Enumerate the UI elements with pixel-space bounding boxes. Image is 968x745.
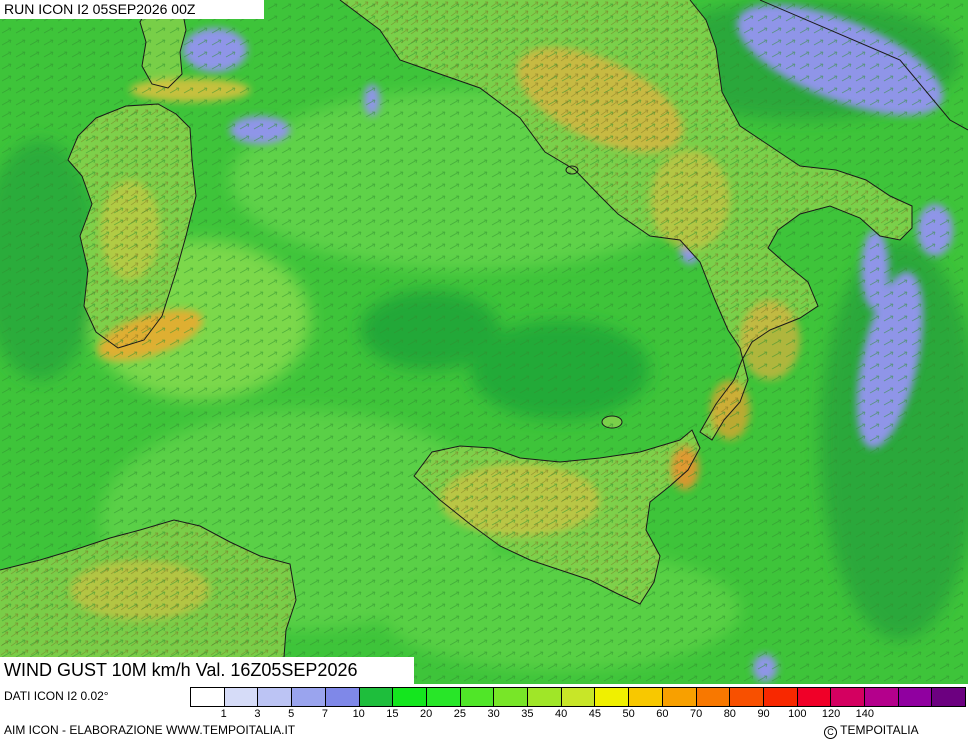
copyright-label: C TEMPOITALIA [824,723,919,739]
legend-tick-label: 30 [487,708,500,720]
legend-tick-label: 10 [352,708,365,720]
legend-swatch [629,688,663,706]
legend-tick-label: 20 [420,708,433,720]
color-legend [190,687,966,707]
legend-tick-label: 15 [386,708,399,720]
legend-swatch [393,688,427,706]
legend-swatch [494,688,529,706]
credit-label: AIM ICON - ELABORAZIONE WWW.TEMPOITALIA.… [4,723,296,737]
legend-swatch [898,688,933,706]
legend-tick-label: 70 [689,708,703,720]
legend-tick-label: 7 [321,708,329,720]
legend-swatch [797,688,832,706]
legend-tick-label: 90 [757,708,770,720]
run-label: RUN ICON I2 05SEP2026 00Z [0,0,264,19]
legend-swatch [325,688,360,706]
legend-tick-label: 40 [555,708,568,720]
legend-tick-label: 50 [622,708,635,720]
legend-tick-label: 100 [788,708,807,720]
legend-tick-label: 3 [254,708,261,720]
legend-swatch [191,688,225,706]
legend-swatch [932,688,966,706]
legend-swatch [460,688,495,706]
legend-tick-label: 1 [220,708,227,720]
legend-swatch [292,688,326,706]
legend-swatch [595,688,630,706]
legend-tick-label: 25 [453,708,467,720]
legend-swatch [696,688,731,706]
footer: DATI ICON I2 0.02° 1 3 5 7 10 15 20 25 30 35 40 45 5… [0,684,968,745]
legend-swatch [662,688,697,706]
data-source-label: DATI ICON I2 0.02° [4,689,109,703]
legend-tick-label: 80 [723,708,736,720]
legend-swatch [426,688,461,706]
legend-swatch [359,688,394,706]
legend-swatch [258,688,293,706]
legend-tick-label: 45 [588,708,601,720]
legend-swatch [730,688,764,706]
legend-swatch [224,688,259,706]
legend-swatch [865,688,899,706]
copyright-icon: C [824,726,837,739]
legend-tick-label: 5 [288,708,295,720]
legend-swatch [831,688,866,706]
map-title: WIND GUST 10M km/h Val. 16Z05SEP2026 [0,657,414,684]
legend-tick-label: 140 [855,708,874,720]
legend-tick-label: 35 [521,708,534,720]
legend-swatch [528,688,562,706]
legend-swatch [561,688,596,706]
copyright-text: TEMPOITALIA [840,723,919,737]
legend-tick-label: 120 [821,708,841,720]
legend-swatch [763,688,798,706]
legend-tick-label: 60 [656,708,669,720]
wind-gust-map [0,0,968,684]
legend-ticks: 1 3 5 7 10 15 20 25 30 35 40 45 50 60 70 80 90 100 120 140 [190,708,966,722]
